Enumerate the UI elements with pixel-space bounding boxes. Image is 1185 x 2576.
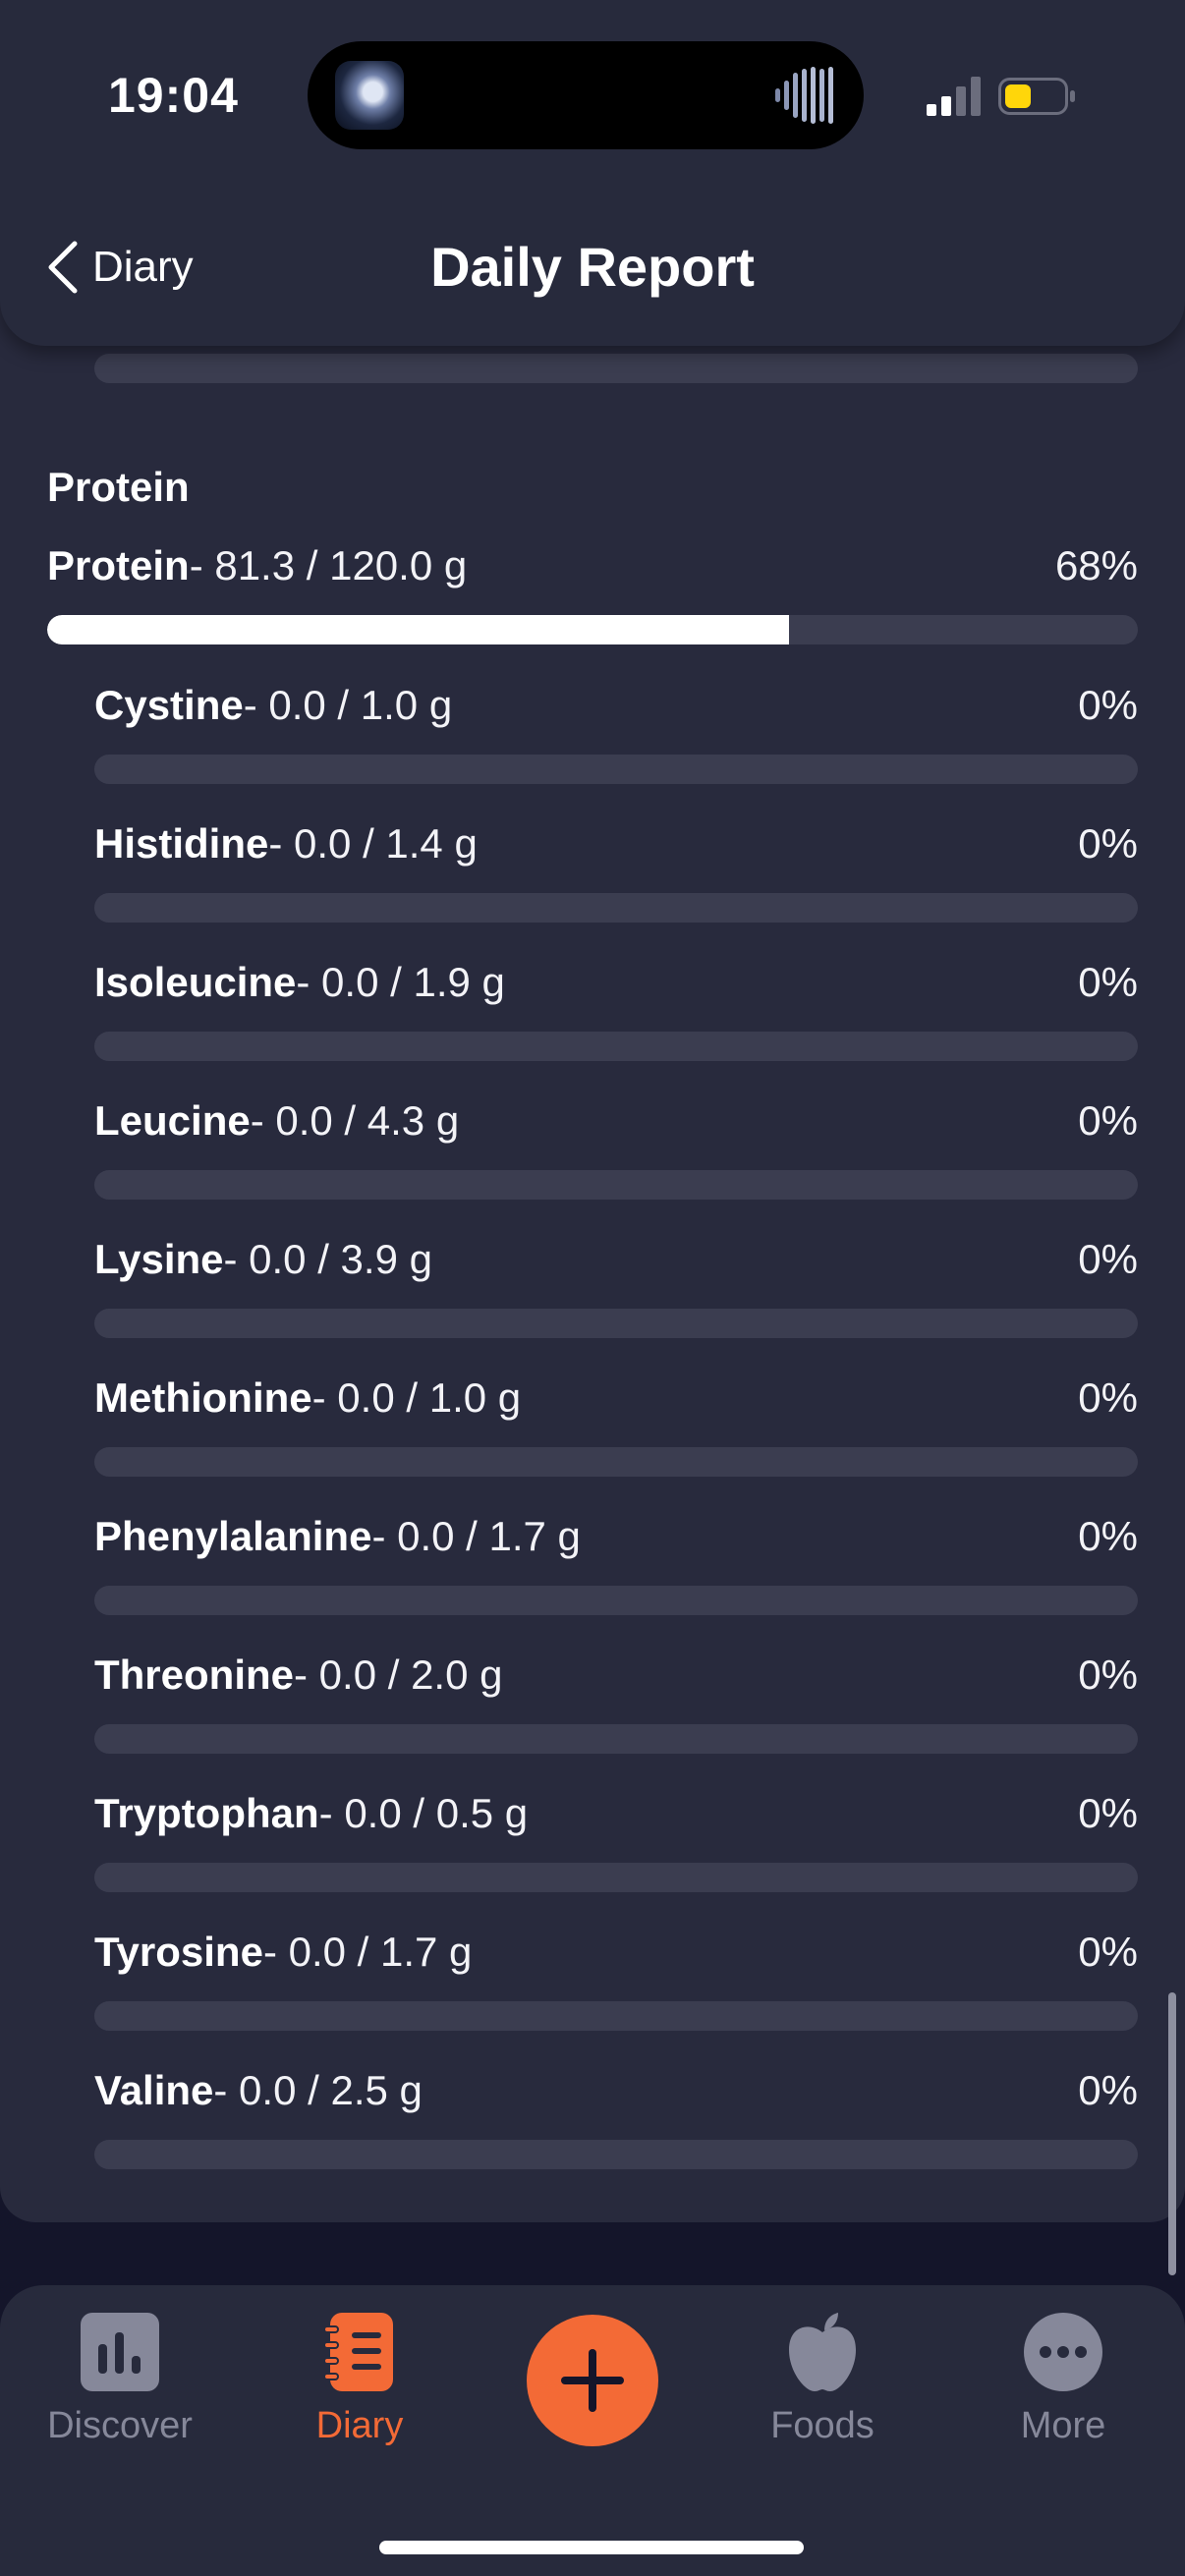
nutrient-label: Tryptophan- 0.0 / 0.5 g: [94, 1786, 528, 1841]
nutrient-name: Threonine: [94, 1652, 295, 1698]
nutrient-name: Phenylalanine: [94, 1513, 372, 1559]
tab-label: Discover: [47, 2405, 193, 2446]
nutrient-name: Isoleucine: [94, 959, 297, 1005]
nutrient-percent: 0%: [1078, 1374, 1138, 1421]
tab-label: Foods: [770, 2405, 875, 2446]
nutrient-amount: - 0.0 / 4.3 g: [250, 1097, 460, 1144]
nutrient-amount: - 0.0 / 2.0 g: [294, 1652, 503, 1698]
ellipsis-icon: [1024, 2313, 1102, 2391]
nutrient-name: Tyrosine: [94, 1929, 263, 1975]
progress-track: [94, 893, 1138, 923]
nutrient-percent: 0%: [1078, 682, 1138, 728]
nutrient-percent: 0%: [1078, 1236, 1138, 1282]
nutrient-percent: 0%: [1078, 1097, 1138, 1144]
nutrient-label: Methionine- 0.0 / 1.0 g: [94, 1371, 521, 1426]
progress-track: [94, 2140, 1138, 2169]
nutrient-amount: - 0.0 / 1.9 g: [296, 959, 505, 1005]
nutrient-name: Protein: [47, 542, 190, 588]
nutrient-label: Lysine- 0.0 / 3.9 g: [94, 1232, 432, 1287]
tab-diary[interactable]: Diary: [261, 2285, 458, 2482]
progress-track: [94, 755, 1138, 784]
nutrient-amount: - 0.0 / 1.0 g: [243, 682, 453, 728]
progress-track: [94, 1032, 1138, 1061]
nutrient-name: Cystine: [94, 682, 244, 728]
nutrient-label: Cystine- 0.0 / 1.0 g: [94, 678, 452, 733]
tab-discover[interactable]: Discover: [22, 2285, 218, 2482]
clipped-progress-track: [94, 354, 1138, 383]
nutrient-percent: 0%: [1078, 1790, 1138, 1836]
home-indicator[interactable]: [379, 2541, 804, 2554]
tab-foods[interactable]: Foods: [724, 2285, 921, 2482]
nutrient-label: Isoleucine- 0.0 / 1.9 g: [94, 955, 505, 1010]
back-button[interactable]: Diary: [45, 232, 194, 303]
nutrient-label: Phenylalanine- 0.0 / 1.7 g: [94, 1509, 581, 1564]
progress-track: [94, 1724, 1138, 1754]
nutrient-amount: - 0.0 / 1.7 g: [262, 1929, 473, 1975]
bottom-tab-bar: Discover Diary Foods More: [0, 2285, 1185, 2576]
nutrient-name: Methionine: [94, 1374, 312, 1421]
nutrient-label: Leucine- 0.0 / 4.3 g: [94, 1093, 459, 1148]
nutrient-label: Histidine- 0.0 / 1.4 g: [94, 816, 478, 871]
nutrient-name: Valine: [94, 2067, 214, 2113]
nutrient-label: Protein- 81.3 / 120.0 g: [47, 538, 467, 593]
chevron-left-icon: [48, 241, 78, 294]
scroll-indicator[interactable]: [1168, 1992, 1176, 2275]
nutrient-name: Leucine: [94, 1097, 251, 1144]
nutrient-name: Lysine: [94, 1236, 224, 1282]
now-playing-artwork: [335, 61, 404, 130]
nutrient-name: Histidine: [94, 820, 269, 867]
progress-track: [94, 2001, 1138, 2031]
progress-track: [94, 1309, 1138, 1338]
audio-waveform-icon: [775, 67, 833, 124]
nutrient-label: Threonine- 0.0 / 2.0 g: [94, 1648, 502, 1703]
bar-chart-icon: [81, 2313, 159, 2391]
nutrient-label: Valine- 0.0 / 2.5 g: [94, 2063, 423, 2118]
progress-track: [94, 1863, 1138, 1892]
nutrient-percent: 0%: [1078, 1513, 1138, 1559]
nutrient-percent: 0%: [1078, 2067, 1138, 2113]
dynamic-island[interactable]: [308, 41, 864, 149]
nutrient-name: Tryptophan: [94, 1790, 319, 1836]
battery-icon: [998, 78, 1075, 115]
progress-track: [47, 615, 1138, 644]
nutrient-amount: - 0.0 / 1.7 g: [371, 1513, 581, 1559]
notebook-icon: [323, 2313, 393, 2391]
add-food-button[interactable]: [527, 2315, 658, 2446]
tab-label: Diary: [315, 2405, 404, 2446]
status-time: 19:04: [108, 68, 239, 123]
back-button-label: Diary: [92, 243, 194, 291]
apple-icon: [789, 2313, 856, 2391]
section-title-protein: Protein: [47, 464, 190, 510]
nutrient-percent: 0%: [1078, 820, 1138, 867]
nutrient-percent: 68%: [1054, 542, 1138, 588]
tab-label: More: [1020, 2405, 1106, 2446]
progress-track: [94, 1447, 1138, 1477]
nutrient-amount: - 0.0 / 2.5 g: [213, 2067, 423, 2113]
nutrient-amount: - 0.0 / 1.0 g: [311, 1374, 522, 1421]
progress-track: [94, 1586, 1138, 1615]
nutrient-amount: - 81.3 / 120.0 g: [189, 542, 468, 588]
nutrient-amount: - 0.0 / 1.4 g: [268, 820, 478, 867]
progress-track: [94, 1170, 1138, 1200]
tab-more[interactable]: More: [965, 2285, 1161, 2482]
top-navigation-bar: 19:04 Diary Daily Report: [0, 0, 1185, 346]
nutrient-percent: 0%: [1078, 1929, 1138, 1975]
nutrient-percent: 0%: [1078, 959, 1138, 1005]
nutrient-label: Tyrosine- 0.0 / 1.7 g: [94, 1925, 472, 1980]
nutrient-percent: 0%: [1078, 1652, 1138, 1698]
progress-fill: [47, 615, 789, 644]
nutrient-amount: - 0.0 / 3.9 g: [223, 1236, 432, 1282]
cellular-signal-icon: [927, 77, 981, 116]
nutrient-amount: - 0.0 / 0.5 g: [318, 1790, 529, 1836]
plus-icon: [561, 2349, 624, 2412]
